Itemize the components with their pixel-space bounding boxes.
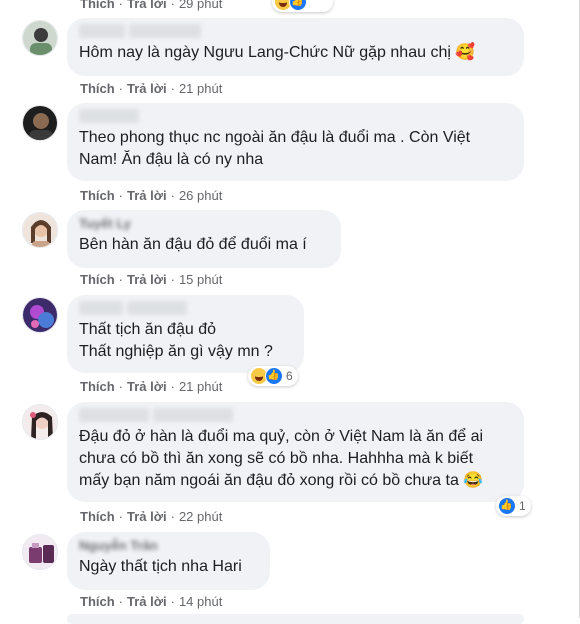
- avatar[interactable]: [22, 212, 58, 248]
- avatar[interactable]: [22, 105, 58, 141]
- reply-link[interactable]: Trả lời: [127, 379, 167, 394]
- reply-link[interactable]: Trả lời: [127, 594, 167, 609]
- avatar-image: [23, 213, 57, 247]
- timestamp[interactable]: 22 phút: [179, 509, 222, 524]
- comment-text: Bên hàn ăn đậu đỏ để đuổi ma í: [79, 236, 307, 253]
- author-name[interactable]: Nguyễn Trân: [79, 538, 258, 554]
- like-link[interactable]: Thích: [80, 509, 115, 524]
- comment-actions: Thích · Trả lời · 15 phút: [80, 272, 223, 287]
- avatar-image: [23, 405, 57, 439]
- comment-text: Thất tịch ăn đậu đỏ Thất nghiệp ăn gì vậ…: [79, 321, 273, 360]
- like-icon: [265, 367, 283, 385]
- comment-actions-top: Thích · Trả lời · 29 phút: [80, 0, 222, 12]
- reply-link[interactable]: Trả lời: [127, 0, 167, 11]
- timestamp[interactable]: 21 phút: [179, 379, 222, 394]
- avatar-image: [23, 298, 57, 332]
- reaction-summary-top[interactable]: [272, 0, 333, 12]
- comment-bubble: Nguyễn Trân Ngày thất tịch nha Hari: [67, 532, 270, 590]
- reply-link[interactable]: Trả lời: [127, 81, 167, 96]
- timestamp[interactable]: 29 phút: [179, 0, 222, 11]
- comment-bubble-next: [67, 614, 524, 624]
- timestamp[interactable]: 14 phút: [179, 594, 222, 609]
- avatar-image: [23, 21, 57, 55]
- comment-bubble: Đậu đỏ ở hàn là đuổi ma quỷ, còn ở Việt …: [67, 402, 524, 502]
- like-link[interactable]: Thích: [80, 594, 115, 609]
- comment-bubble: Tuyết Ly Bên hàn ăn đậu đỏ để đuổi ma í: [67, 210, 341, 268]
- comment-bubble: Theo phong thục nc ngoài ăn đậu là đuổi …: [67, 103, 524, 181]
- comment-actions: Thích · Trả lời · 21 phút: [80, 81, 223, 96]
- comment-text: Đậu đỏ ở hàn là đuổi ma quỷ, còn ở Việt …: [79, 428, 484, 489]
- reaction-summary[interactable]: 6: [248, 366, 298, 386]
- like-link[interactable]: Thích: [80, 272, 115, 287]
- comment-actions: Thích · Trả lời · 22 phút: [80, 509, 223, 524]
- author-name[interactable]: [79, 24, 512, 40]
- timestamp[interactable]: 26 phút: [179, 188, 222, 203]
- like-icon: [289, 0, 307, 11]
- reply-link[interactable]: Trả lời: [127, 188, 167, 203]
- avatar-image: [23, 535, 57, 569]
- avatar[interactable]: [22, 534, 58, 570]
- comment-actions: Thích · Trả lời · 21 phút: [80, 379, 223, 394]
- avatar-image: [23, 106, 57, 140]
- reaction-count: 6: [286, 369, 293, 383]
- like-link[interactable]: Thích: [80, 379, 115, 394]
- avatar[interactable]: [22, 297, 58, 333]
- comment-actions: Thích · Trả lời · 14 phút: [80, 594, 223, 609]
- like-icon: [498, 497, 516, 515]
- comment-text: Ngày thất tịch nha Hari: [79, 558, 242, 575]
- author-name[interactable]: [79, 109, 512, 125]
- author-name[interactable]: [79, 301, 292, 317]
- comment-actions: Thích · Trả lời · 26 phút: [80, 188, 223, 203]
- like-link[interactable]: Thích: [80, 188, 115, 203]
- timestamp[interactable]: 21 phút: [179, 81, 222, 96]
- like-link[interactable]: Thích: [80, 0, 115, 11]
- reaction-count: 1: [519, 499, 526, 513]
- avatar[interactable]: [22, 404, 58, 440]
- comment-bubble: Hôm nay là ngày Ngưu Lang-Chức Nữ gặp nh…: [67, 18, 524, 76]
- reply-link[interactable]: Trả lời: [127, 272, 167, 287]
- timestamp[interactable]: 15 phút: [179, 272, 222, 287]
- author-name[interactable]: [79, 408, 512, 424]
- comment-bubble: Thất tịch ăn đậu đỏ Thất nghiệp ăn gì vậ…: [67, 295, 304, 373]
- author-name[interactable]: Tuyết Ly: [79, 216, 329, 232]
- avatar[interactable]: [22, 20, 58, 56]
- comment-text: Theo phong thục nc ngoài ăn đậu là đuổi …: [79, 129, 471, 168]
- reaction-summary[interactable]: 1: [496, 496, 531, 516]
- comment-text: Hôm nay là ngày Ngưu Lang-Chức Nữ gặp nh…: [79, 44, 476, 61]
- reply-link[interactable]: Trả lời: [127, 509, 167, 524]
- like-link[interactable]: Thích: [80, 81, 115, 96]
